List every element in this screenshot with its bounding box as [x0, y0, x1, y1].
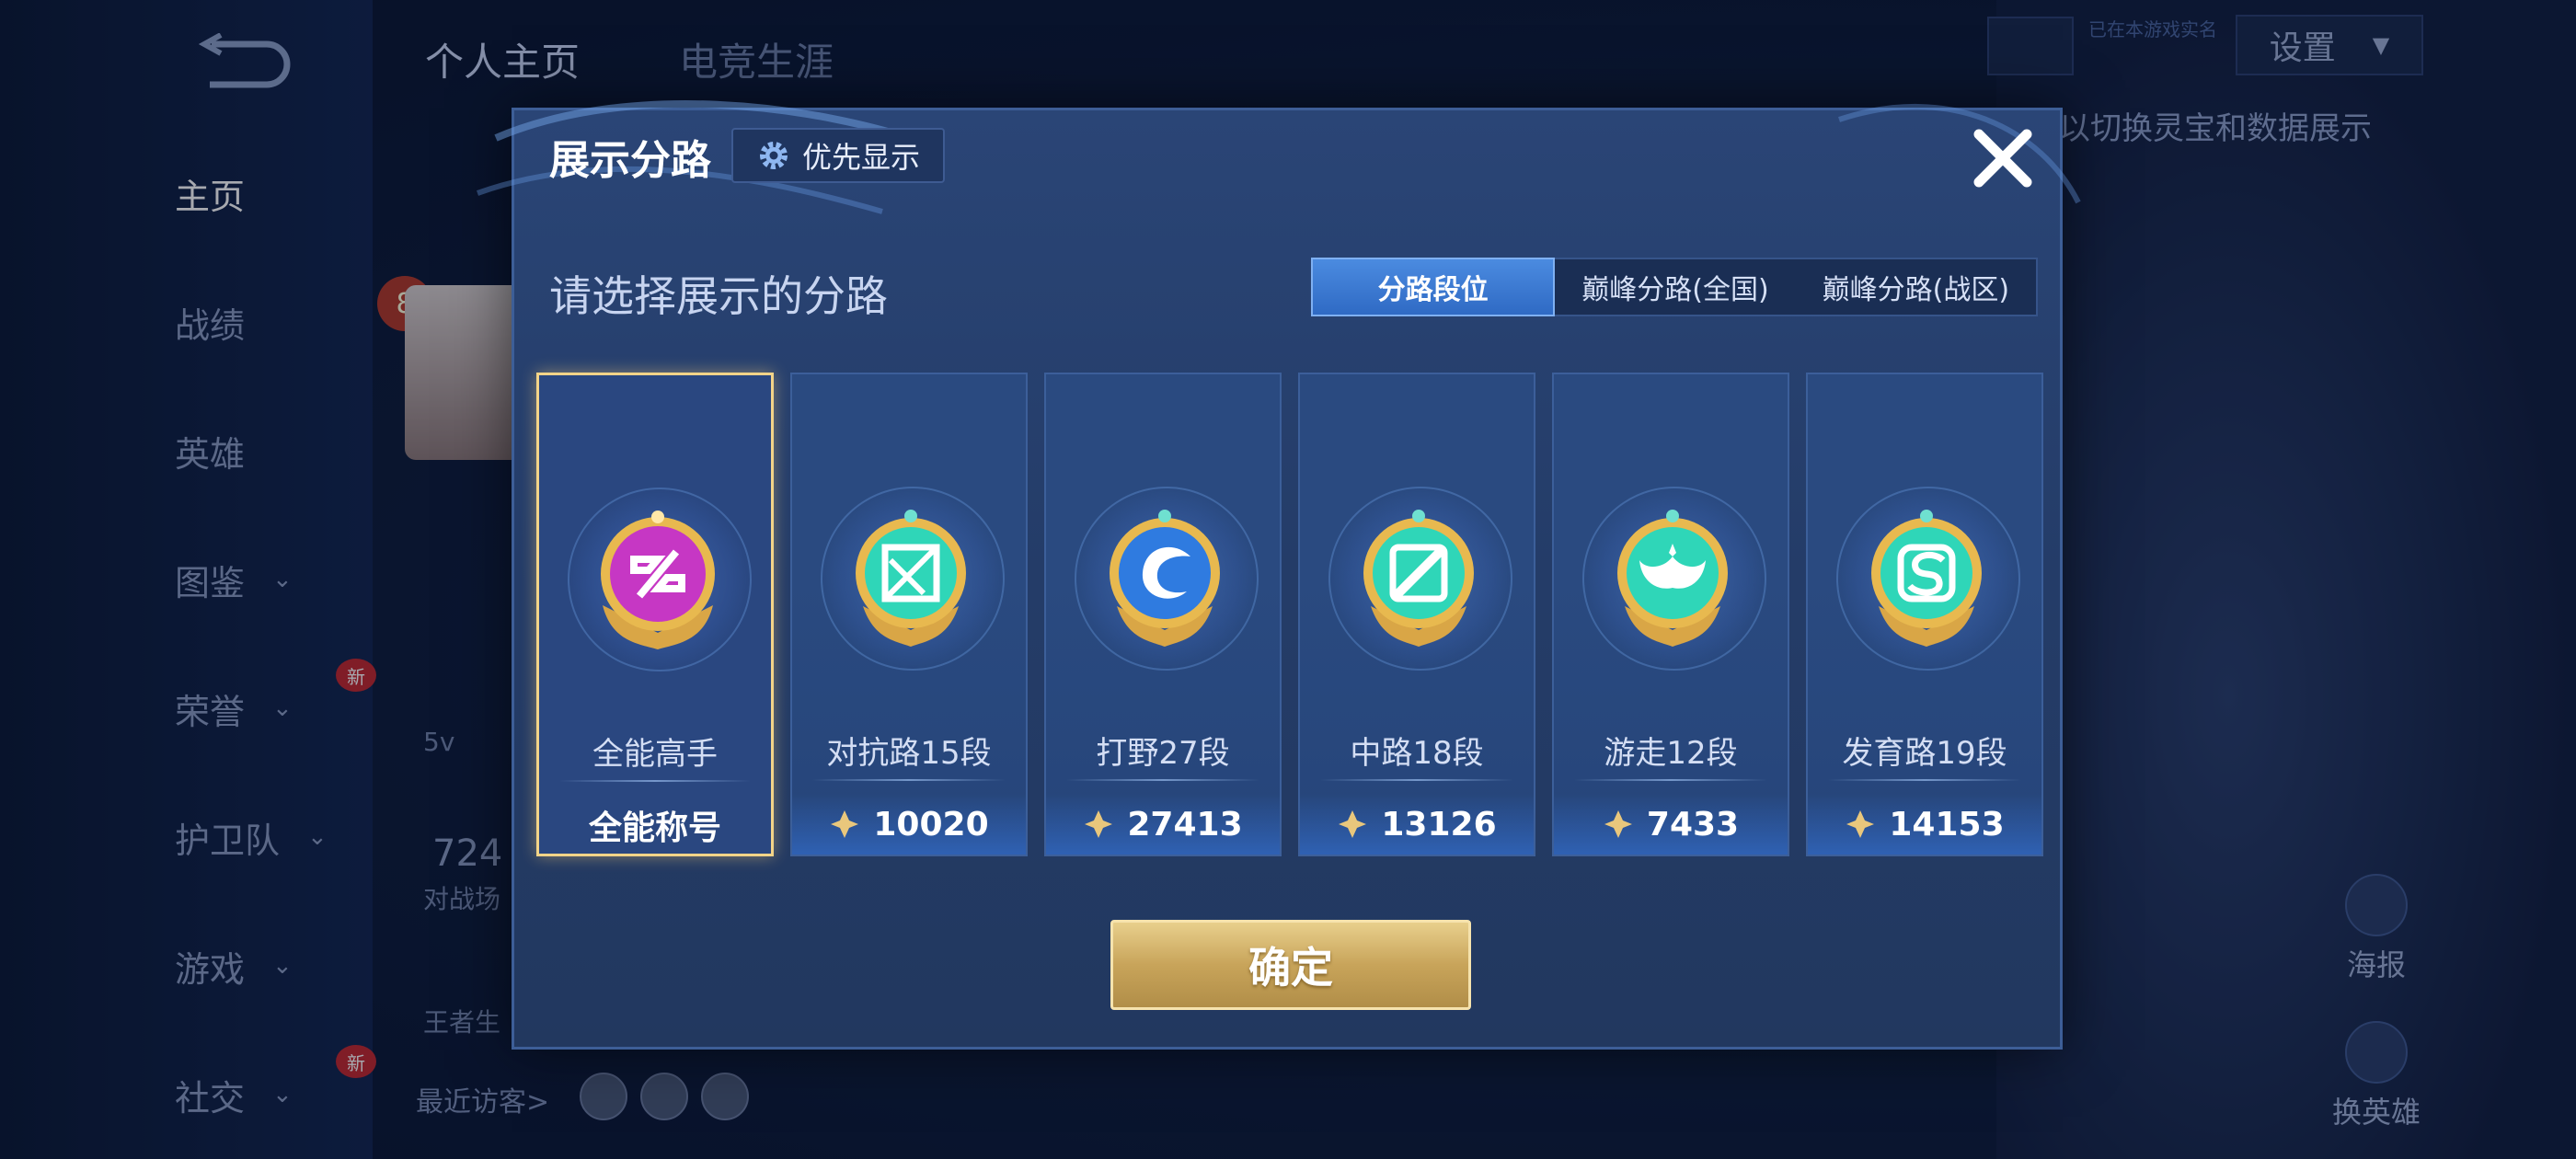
- roam-wings-icon: [1617, 510, 1728, 647]
- lane-name: 全能高手: [592, 736, 718, 773]
- lane-score: 27413: [1127, 805, 1243, 843]
- lane-score: 7433: [1646, 805, 1740, 843]
- lane-score: 14153: [1889, 805, 2005, 843]
- purple-emblem-icon: [601, 511, 715, 649]
- peak-score-icon: [1604, 810, 1632, 838]
- card-bottom: 全能称号: [539, 795, 771, 855]
- peak-score-icon: [1085, 810, 1113, 838]
- tab-lane-rank[interactable]: 分路段位: [1311, 258, 1556, 316]
- clash-lane-icon: [856, 510, 966, 647]
- peak-score-icon: [1339, 810, 1367, 838]
- lane-card-jungle[interactable]: 打野27段 27413: [1044, 373, 1282, 856]
- lane-display-dialog: 展示分路 优先显示 请选择展示的分路 分路段位 巅峰分路(全国) 巅峰分路(战区…: [476, 99, 2081, 1050]
- lane-name: 发育路19段: [1842, 735, 2007, 772]
- priority-display-button[interactable]: 优先显示: [731, 128, 945, 183]
- lane-card-roam[interactable]: 游走12段 7433: [1552, 373, 1789, 856]
- mid-lane-icon: [1363, 510, 1474, 647]
- lane-score: 10020: [873, 805, 989, 843]
- priority-display-label: 优先显示: [801, 140, 920, 175]
- farm-lane-icon: [1871, 510, 1982, 647]
- dialog-subtitle: 请选择展示的分路: [549, 271, 888, 321]
- card-divider: [559, 780, 751, 782]
- close-icon[interactable]: [1966, 121, 2040, 195]
- all-round-title: 全能称号: [588, 809, 721, 847]
- card-divider: [812, 779, 1006, 781]
- card-divider: [1574, 779, 1767, 781]
- card-divider: [1066, 779, 1259, 781]
- card-bottom: 10020: [792, 794, 1026, 855]
- peak-score-icon: [831, 810, 859, 838]
- lane-name: 打野27段: [1096, 735, 1230, 772]
- card-bottom: 7433: [1554, 794, 1788, 855]
- lane-name: 中路18段: [1350, 735, 1484, 772]
- lane-name: 游走12段: [1604, 735, 1738, 772]
- confirm-button[interactable]: 确定: [1110, 920, 1471, 1010]
- gear-icon: [759, 142, 788, 169]
- jungle-dragon-icon: [1110, 510, 1220, 647]
- lane-score: 13126: [1381, 805, 1497, 843]
- card-divider: [1828, 779, 2021, 781]
- lane-card-mid[interactable]: 中路18段 13126: [1298, 373, 1535, 856]
- lane-card-all-round[interactable]: 全能高手 全能称号: [536, 373, 774, 856]
- tab-peak-lane-region[interactable]: 巅峰分路(战区): [1796, 259, 2036, 315]
- lane-card-farm[interactable]: 发育路19段 14153: [1806, 373, 2043, 856]
- dialog-title: 展示分路: [549, 137, 711, 184]
- card-bottom: 27413: [1046, 794, 1280, 855]
- lane-type-tabs: 分路段位 巅峰分路(全国) 巅峰分路(战区): [1311, 258, 2038, 316]
- card-bottom: 14153: [1808, 794, 2041, 855]
- card-bottom: 13126: [1300, 794, 1534, 855]
- peak-score-icon: [1846, 810, 1875, 838]
- card-divider: [1320, 779, 1513, 781]
- lane-card-clash[interactable]: 对抗路15段 10020: [790, 373, 1028, 856]
- lane-name: 对抗路15段: [826, 735, 992, 772]
- tab-peak-lane-national[interactable]: 巅峰分路(全国): [1555, 259, 1795, 315]
